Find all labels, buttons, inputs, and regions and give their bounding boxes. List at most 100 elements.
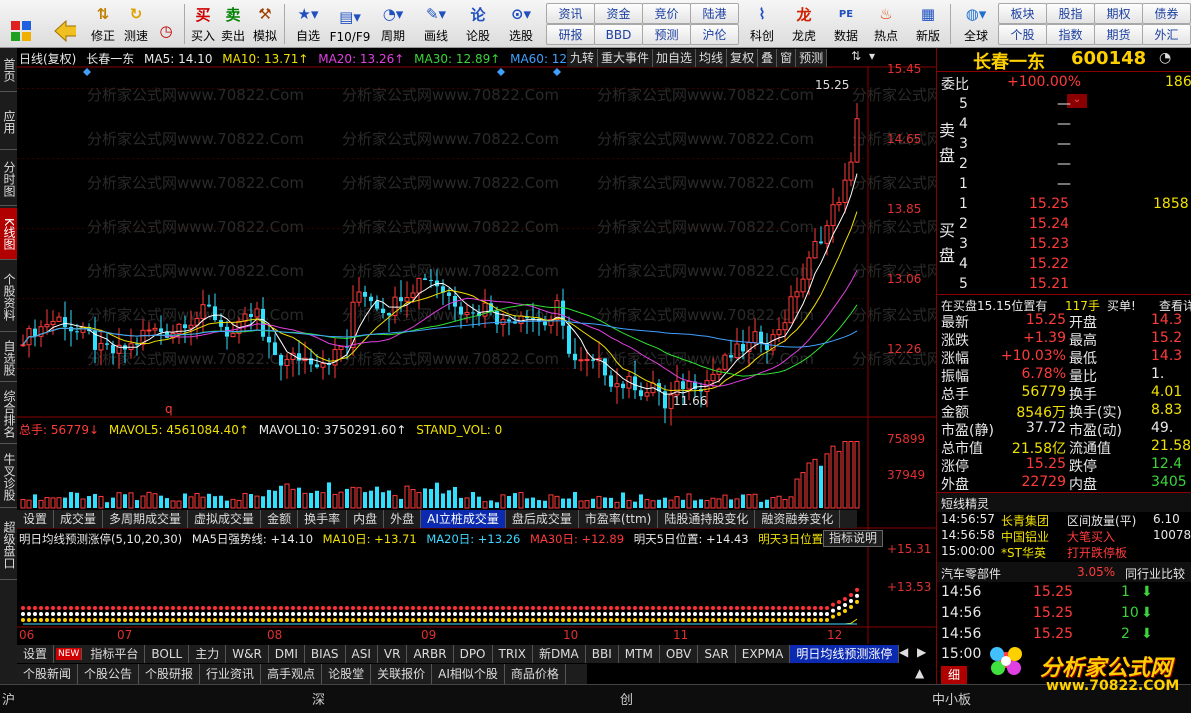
ind-tab-13[interactable]: 新DMA: [533, 645, 586, 663]
news-tab-7[interactable]: AI相似个股: [432, 664, 505, 684]
left-tab-6[interactable]: 综合排名: [0, 384, 17, 444]
btn-stocks[interactable]: 个股: [998, 24, 1047, 45]
left-tab-3[interactable]: K线图: [0, 208, 17, 260]
sell-level-row[interactable]: 2—: [937, 156, 1191, 176]
ind-tab-7[interactable]: BIAS: [305, 645, 346, 663]
industry-compare-link[interactable]: 同行业比较: [1125, 565, 1185, 582]
toolbar-btn-15[interactable]: ▦ 新版: [908, 2, 948, 46]
vol-tab-6[interactable]: 内盘: [347, 510, 385, 528]
event-marker[interactable]: q: [165, 402, 173, 416]
news-tab-6[interactable]: 关联报价: [371, 664, 433, 684]
btn-auction[interactable]: 竞价: [642, 3, 691, 24]
ind-tab-3[interactable]: BOLL: [145, 645, 190, 663]
toolbar-btn-7[interactable]: ◔▾ 周期: [374, 2, 412, 46]
vol-tab-12[interactable]: 融资融券变化: [755, 510, 841, 528]
event-diamond-icon[interactable]: [497, 68, 505, 76]
tab-scroll-left-icon[interactable]: ◀: [899, 645, 908, 659]
toolbar-btn-11[interactable]: ⌇ 科创: [742, 2, 782, 46]
vol-tab-1[interactable]: 成交量: [54, 510, 104, 528]
news-tab-4[interactable]: 高手观点: [261, 664, 323, 684]
quote-settings-icon[interactable]: ◔: [1159, 50, 1171, 66]
btn-hk-connect[interactable]: 陆港: [690, 3, 739, 24]
toolbar-btn-13[interactable]: PE 数据: [826, 2, 866, 46]
buy-level-row[interactable]: 3 15.23: [937, 236, 1191, 256]
toolbar-btn-1[interactable]: ↻ 测速: [120, 2, 152, 46]
toolbar-btn-2[interactable]: 买 买入: [188, 2, 218, 46]
toolbar-btn-8[interactable]: ✎▾ 画线: [416, 2, 456, 46]
btn-bbd[interactable]: BBD: [594, 24, 643, 45]
tab-scroll-right-icon[interactable]: ▶: [917, 645, 926, 659]
btn-sector[interactable]: 板块: [998, 3, 1047, 24]
toolbar-btn-12[interactable]: 龙 龙虎: [784, 2, 824, 46]
left-tab-8[interactable]: 超级盘口: [0, 510, 17, 580]
btn-futures[interactable]: 期货: [1094, 24, 1143, 45]
toolbar-btn-0[interactable]: ⇅ 修正: [88, 2, 118, 46]
chart-header-btn-6[interactable]: 窗: [777, 49, 797, 67]
toolbar-btn-5[interactable]: ★▾ 自选: [288, 2, 328, 46]
news-tab-1[interactable]: 个股公告: [78, 664, 140, 684]
vol-tab-11[interactable]: 陆股通持股变化: [658, 510, 756, 528]
sell-level-row[interactable]: 1—: [937, 176, 1191, 196]
toolbar-btn-3[interactable]: 卖 卖出: [218, 2, 248, 46]
vol-tab-10[interactable]: 市盈率(ttm): [579, 510, 659, 528]
ind-tab-19[interactable]: 明日均线预测涨停: [790, 645, 900, 663]
left-tab-2[interactable]: 分时图: [0, 152, 17, 206]
vol-tab-2[interactable]: 多周期成交量: [103, 510, 189, 528]
vol-tab-0[interactable]: 设置: [17, 510, 55, 528]
kline-chart[interactable]: 分析家公式网www.70822.Com 分析家公式网www.70822.Com 分析…: [17, 48, 936, 684]
status-small-board[interactable]: 中小板: [932, 689, 971, 708]
vol-tab-4[interactable]: 金额: [261, 510, 299, 528]
toolbar-btn-4[interactable]: ⚒ 模拟: [250, 2, 280, 46]
btn-shlon[interactable]: 沪伦: [690, 24, 739, 45]
indicator-help-button[interactable]: 指标说明: [823, 530, 884, 547]
ind-tab-12[interactable]: TRIX: [493, 645, 533, 663]
news-tab-2[interactable]: 个股研报: [139, 664, 201, 684]
btn-options[interactable]: 期权: [1094, 3, 1143, 24]
chart-header-btn-7[interactable]: 预测: [796, 49, 828, 67]
news-tab-3[interactable]: 行业资讯: [200, 664, 262, 684]
toolbar-btn-10[interactable]: ⊙▾ 选股: [500, 2, 542, 46]
chart-header-btn-5[interactable]: 叠: [758, 49, 778, 67]
event-diamond-icon[interactable]: [553, 68, 561, 76]
ind-tab-4[interactable]: 主力: [189, 645, 227, 663]
chart-header-btn-3[interactable]: 均线: [696, 49, 728, 67]
buy-level-row[interactable]: 4 15.22: [937, 256, 1191, 276]
ind-tab-14[interactable]: BBI: [586, 645, 619, 663]
ind-tab-17[interactable]: SAR: [698, 645, 736, 663]
ind-tab-8[interactable]: ASI: [346, 645, 378, 663]
left-tab-0[interactable]: 首页: [0, 48, 17, 92]
vol-tab-5[interactable]: 换手率: [298, 510, 348, 528]
alert-row[interactable]: 14:56:57 长青集团 区间放量(平) 6.10: [937, 512, 1191, 528]
ind-tab-15[interactable]: MTM: [619, 645, 660, 663]
status-sh[interactable]: 沪: [2, 689, 15, 708]
ind-tab-10[interactable]: ARBR: [407, 645, 454, 663]
ind-tab-6[interactable]: DMI: [269, 645, 305, 663]
back-button[interactable]: [50, 2, 80, 46]
ind-tab-11[interactable]: DPO: [454, 645, 493, 663]
vol-tab-3[interactable]: 虚拟成交量: [188, 510, 262, 528]
clock-button[interactable]: ◷: [152, 2, 180, 46]
vol-tab-8[interactable]: AI立桩成交量: [421, 510, 506, 528]
toolbar-btn-14[interactable]: ♨ 热点: [866, 2, 906, 46]
app-logo[interactable]: [4, 2, 38, 46]
sell-level-row[interactable]: 5—: [937, 96, 1191, 116]
ind-tab-2[interactable]: 指标平台: [84, 645, 146, 663]
chart-header-btn-4[interactable]: 复权: [727, 49, 759, 67]
btn-news[interactable]: 资讯: [546, 3, 595, 24]
left-tab-1[interactable]: 应用: [0, 94, 17, 150]
ind-tab-16[interactable]: OBV: [660, 645, 699, 663]
chart-menu-icon[interactable]: ▾: [869, 49, 875, 63]
btn-forex[interactable]: 外汇: [1142, 24, 1191, 45]
vol-tab-7[interactable]: 外盘: [384, 510, 422, 528]
btn-funds[interactable]: 资金: [594, 3, 643, 24]
buy-level-row[interactable]: 2 15.24: [937, 216, 1191, 236]
toolbar-btn-9[interactable]: 论 论股: [460, 2, 496, 46]
event-diamond-icon[interactable]: [83, 68, 91, 76]
chart-header-btn-0[interactable]: 九转: [567, 49, 599, 67]
btn-research[interactable]: 研报: [546, 24, 595, 45]
news-tab-8[interactable]: 商品价格: [505, 664, 566, 684]
collapse-panel-icon[interactable]: ▲: [915, 666, 924, 680]
buy-level-row[interactable]: 1 15.25 1858: [937, 196, 1191, 216]
btn-indices[interactable]: 指数: [1046, 24, 1095, 45]
btn-forecast[interactable]: 预测: [642, 24, 691, 45]
